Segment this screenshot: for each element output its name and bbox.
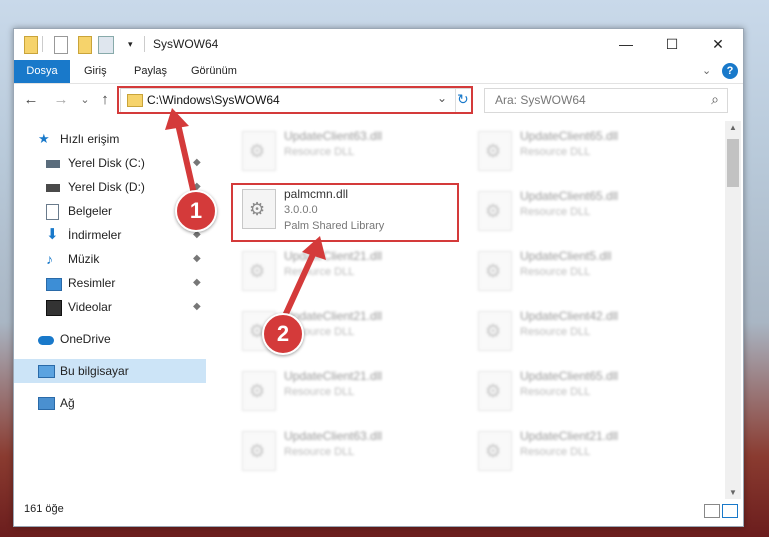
arrow-1-head: [165, 108, 189, 130]
callout-2: 2: [262, 313, 304, 355]
annotation-arrows: [165, 108, 326, 320]
arrow-2-line: [281, 248, 318, 320]
callout-1: 1: [175, 190, 217, 232]
arrow-1-line: [175, 123, 197, 195]
